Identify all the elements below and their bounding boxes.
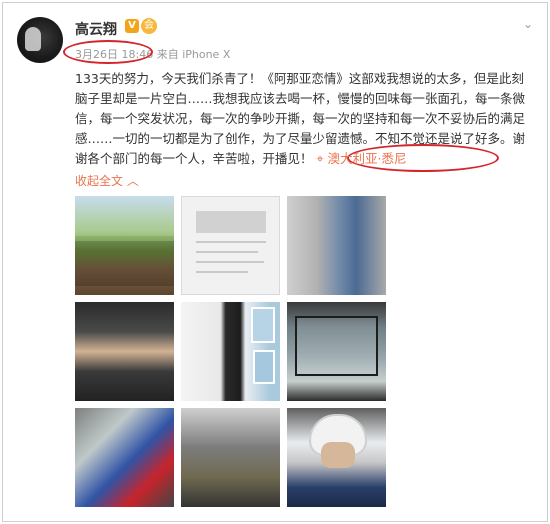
location-pin-icon: ⌖	[316, 151, 324, 166]
avatar[interactable]	[17, 17, 63, 63]
image-two-people-photo[interactable]	[287, 196, 386, 295]
frame-picture-shape	[251, 307, 275, 343]
frame-picture-shape	[253, 350, 275, 384]
username[interactable]: 高云翔	[75, 19, 117, 39]
location-link[interactable]: ⌖ 澳大利亚·悉尼	[317, 151, 407, 166]
chevron-down-icon[interactable]: ⌄	[523, 17, 533, 31]
image-group-photo-outdoors[interactable]	[75, 196, 174, 295]
weibo-post-card: 高云翔 V 会 3月26日 18:46 来自 iPhone X ⌄ 133天的努…	[2, 2, 548, 522]
chevron-up-icon: ︿	[126, 174, 139, 188]
image-suit-standing-photo[interactable]	[181, 302, 280, 401]
post-source: 来自 iPhone X	[156, 48, 231, 61]
post-body: 133天的努力，今天我们杀青了！《阿那亚恋情》这部戏我想说的太多，但是此刻脑子里…	[75, 71, 526, 166]
post-meta: 3月26日 18:46 来自 iPhone X	[75, 46, 230, 62]
crowd-shape	[75, 241, 174, 286]
document-line	[196, 271, 248, 273]
image-helmet-selfie-photo[interactable]	[287, 408, 386, 507]
post-date[interactable]: 3月26日 18:46	[75, 48, 153, 61]
location-label: 澳大利亚·悉尼	[327, 151, 407, 166]
tree-shape	[75, 196, 174, 236]
post-text: 133天的努力，今天我们杀青了！《阿那亚恋情》这部戏我想说的太多，但是此刻脑子里…	[75, 69, 531, 169]
monitor-screen-shape	[295, 316, 378, 376]
image-portrait-photo[interactable]	[75, 302, 174, 401]
collapse-label: 收起全文	[75, 174, 124, 188]
face-shape	[321, 442, 355, 468]
document-line	[196, 251, 258, 253]
collapse-button[interactable]: 收起全文 ︿	[75, 172, 139, 189]
image-monitor-photo[interactable]	[287, 302, 386, 401]
verified-icon: V	[125, 19, 139, 33]
document-line	[196, 241, 266, 243]
document-line	[196, 261, 264, 263]
member-icon: 会	[141, 18, 157, 34]
image-superman-costume-photo[interactable]	[75, 408, 174, 507]
document-header-block	[196, 211, 266, 233]
image-document-photo[interactable]	[181, 196, 280, 295]
image-set-crowd-photo[interactable]	[181, 408, 280, 507]
